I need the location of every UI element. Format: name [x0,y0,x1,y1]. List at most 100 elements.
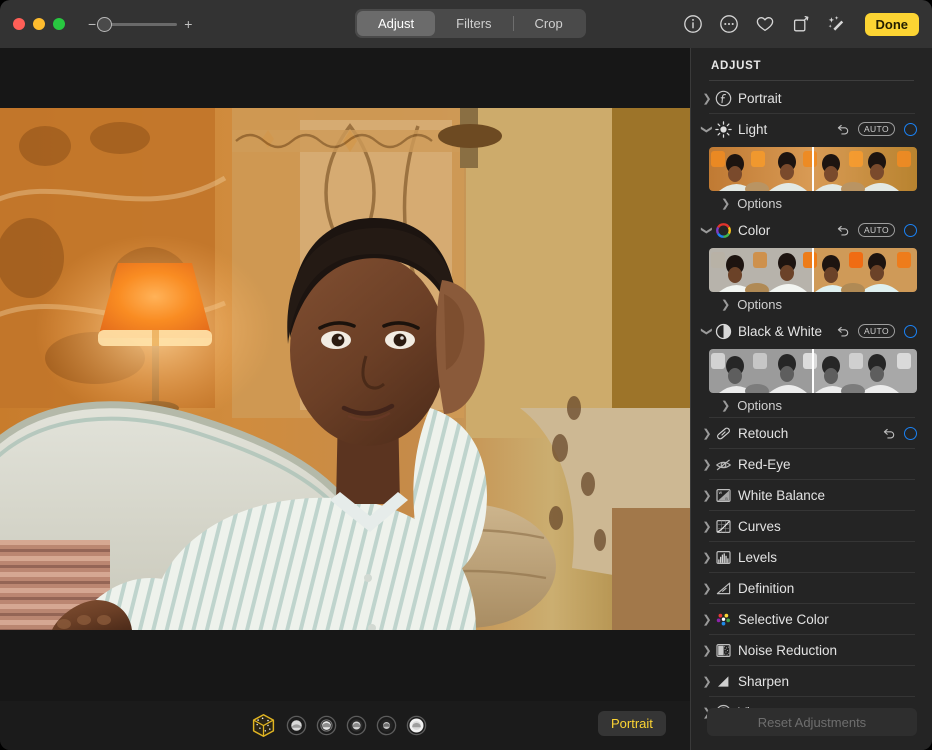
options-label: Options [737,196,782,211]
sidebar-item-label: Red-Eye [738,457,917,472]
sidebar-item-sharpen[interactable]: ❯ Sharpen [691,666,932,696]
studio-light-icon[interactable] [286,715,307,736]
sidebar-item-label: Black & White [738,324,836,339]
toolbar-actions: Done [683,0,920,48]
black-and-white-filmstrip[interactable] [709,349,917,393]
enable-toggle[interactable] [904,427,917,440]
revert-icon[interactable] [836,325,849,338]
sidebar-item-black-and-white[interactable]: ❯ Black & White AUTO [691,316,932,346]
portrait-mode-button[interactable]: Portrait [598,711,666,736]
sidebar-item-retouch[interactable]: ❯ Retouch [691,418,932,448]
window-controls [13,18,65,30]
auto-enhance-icon[interactable] [827,14,847,34]
sidebar-item-selective-color[interactable]: ❯ Selective Color [691,604,932,634]
done-button[interactable]: Done [865,13,920,36]
favorite-heart-icon[interactable] [755,14,775,34]
sidebar-item-label: Retouch [738,426,882,441]
rotate-icon[interactable] [791,14,811,34]
noise-reduction-icon [714,641,732,659]
top-toolbar: − + Adjust Filters Crop [0,0,932,48]
sidebar-item-white-balance[interactable]: ❯ W B White Balance [691,480,932,510]
chevron-right-icon[interactable]: ❯ [700,427,714,440]
color-filmstrip[interactable] [709,248,917,292]
color-options-row[interactable]: ❯ Options [691,292,932,316]
sidebar-title-divider [709,80,914,81]
revert-icon[interactable] [836,224,849,237]
sidebar-item-noise-reduction[interactable]: ❯ Noise Reduction [691,635,932,665]
revert-icon[interactable] [836,123,849,136]
chevron-down-icon[interactable]: ❯ [701,223,714,237]
sidebar-item-label: Definition [738,581,917,596]
chevron-right-icon[interactable]: ❯ [700,675,714,688]
chevron-right-icon[interactable]: ❯ [700,582,714,595]
sidebar-item-label: Selective Color [738,612,917,627]
row-controls: AUTO [836,324,917,338]
filmstrip-position-marker[interactable] [812,349,814,393]
photo-image[interactable] [0,108,690,630]
row-controls [882,427,917,440]
enable-toggle[interactable] [904,325,917,338]
more-options-icon[interactable] [719,14,739,34]
chevron-right-icon[interactable]: ❯ [721,298,730,311]
filmstrip-position-marker[interactable] [812,147,814,191]
zoom-out-icon[interactable]: − [88,17,96,31]
tab-crop[interactable]: Crop [514,11,584,36]
contour-light-icon[interactable] [316,715,337,736]
black-and-white-options-row[interactable]: ❯ Options [691,393,932,417]
bottom-bar: Portrait [0,701,690,750]
close-window-button[interactable] [13,18,25,30]
sidebar-item-levels[interactable]: ❯ Levels [691,542,932,572]
info-icon[interactable] [683,14,703,34]
sidebar-item-label: Sharpen [738,674,917,689]
filmstrip-position-marker[interactable] [812,248,814,292]
maximize-window-button[interactable] [53,18,65,30]
chevron-right-icon[interactable]: ❯ [700,489,714,502]
stage-light-icon[interactable] [346,715,367,736]
zoom-slider-track[interactable] [103,23,177,26]
zoom-slider-control[interactable]: − + [88,17,192,31]
enable-toggle[interactable] [904,224,917,237]
brightness-sun-icon [714,120,732,138]
tab-filters[interactable]: Filters [435,11,512,36]
chevron-down-icon[interactable]: ❯ [701,122,714,136]
adjustments-list: ❯ Portrait ❯ [691,83,932,738]
chevron-right-icon[interactable]: ❯ [721,197,730,210]
chevron-right-icon[interactable]: ❯ [700,551,714,564]
revert-icon[interactable] [882,427,895,440]
adjust-sidebar: ADJUST ❯ Portrait ❯ [690,48,932,750]
auto-button[interactable]: AUTO [858,122,895,136]
stage-light-mono-icon[interactable] [376,715,397,736]
curves-icon [714,517,732,535]
sidebar-item-label: White Balance [738,488,917,503]
auto-button[interactable]: AUTO [858,223,895,237]
chevron-down-icon[interactable]: ❯ [701,324,714,338]
sidebar-item-definition[interactable]: ❯ Definition [691,573,932,603]
chevron-right-icon[interactable]: ❯ [721,399,730,412]
sidebar-item-color[interactable]: ❯ Color [691,215,932,245]
sidebar-item-red-eye[interactable]: ❯ Red-Eye [691,449,932,479]
tab-adjust[interactable]: Adjust [357,11,435,36]
sidebar-item-light[interactable]: ❯ Light [691,114,932,144]
portrait-lighting-strip [250,712,427,739]
sidebar-item-label: Portrait [738,91,917,106]
chevron-right-icon[interactable]: ❯ [700,613,714,626]
light-filmstrip[interactable] [709,147,917,191]
enable-toggle[interactable] [904,123,917,136]
natural-light-cube-icon[interactable] [250,712,277,739]
auto-button[interactable]: AUTO [858,324,895,338]
chevron-right-icon[interactable]: ❯ [700,520,714,533]
chevron-right-icon[interactable]: ❯ [700,458,714,471]
zoom-slider-knob[interactable] [97,17,112,32]
sharpen-icon [714,672,732,690]
zoom-in-icon[interactable]: + [184,17,192,31]
minimize-window-button[interactable] [33,18,45,30]
color-wheel-icon [714,221,732,239]
light-options-row[interactable]: ❯ Options [691,191,932,215]
edit-mode-segmented-control: Adjust Filters Crop [355,9,586,38]
sidebar-item-portrait[interactable]: ❯ Portrait [691,83,932,113]
reset-adjustments-button[interactable]: Reset Adjustments [707,708,917,736]
chevron-right-icon[interactable]: ❯ [700,644,714,657]
high-key-light-mono-icon[interactable] [406,715,427,736]
sidebar-item-curves[interactable]: ❯ Curves [691,511,932,541]
chevron-right-icon[interactable]: ❯ [700,92,714,105]
